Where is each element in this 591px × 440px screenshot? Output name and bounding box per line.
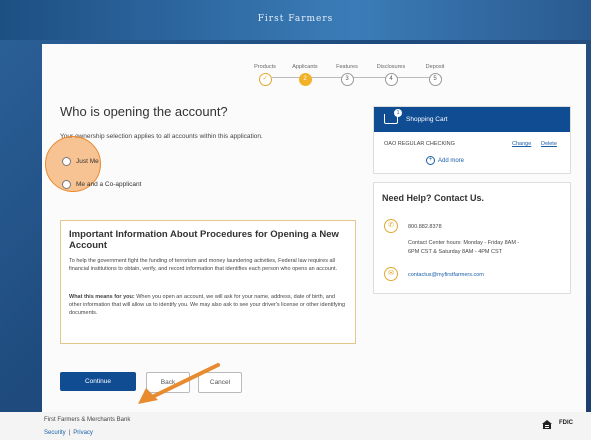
continue-button[interactable]: Continue: [60, 372, 136, 391]
page-title: Who is opening the account?: [60, 104, 228, 119]
cart-header: 1 Shopping Cart: [374, 107, 570, 132]
cart-count-badge: 1: [394, 109, 402, 117]
info-heading: Important Information About Procedures f…: [69, 229, 339, 251]
email-icon: ✉: [384, 267, 398, 281]
privacy-link[interactable]: Privacy: [73, 430, 93, 436]
annotation-arrow: [138, 363, 220, 404]
security-link[interactable]: Security: [44, 430, 66, 436]
application-card: Products ✓ Applicants 2 Features 3 Discl…: [42, 44, 586, 412]
step-disclosures: Disclosures 4: [368, 64, 414, 86]
info-paragraph-1: To help the government fight the funding…: [69, 258, 338, 272]
contact-hours-1: Contact Center hours: Monday - Friday 8A…: [408, 240, 520, 246]
footer-links: Security | Privacy: [44, 430, 93, 436]
header-bar: First Farmers: [0, 0, 591, 40]
radio-icon[interactable]: [62, 180, 71, 189]
cart-delete-link[interactable]: Delete: [541, 141, 557, 147]
plus-icon: +: [426, 156, 435, 165]
add-more-link[interactable]: + Add more: [426, 156, 464, 165]
info-paragraph-2: What this means for you: When you open a…: [69, 294, 346, 316]
option-co-applicant[interactable]: Me and a Co-applicant: [62, 180, 141, 189]
page-footer: First Farmers & Merchants Bank Security |…: [0, 412, 591, 440]
ownership-hint: Your ownership selection applies to all …: [60, 133, 263, 140]
step-deposit: Deposit 5: [412, 64, 458, 86]
radio-icon[interactable]: [62, 157, 71, 166]
shopping-cart-panel: 1 Shopping Cart OAO REGULAR CHECKING Cha…: [373, 106, 571, 174]
progress-steps: Products ✓ Applicants 2 Features 3 Discl…: [242, 64, 472, 94]
email-link[interactable]: contactus@myfirstfarmers.com: [408, 271, 484, 279]
contact-hours-2: 6PM CST & Saturday 8AM - 4PM CST: [408, 249, 503, 255]
step-applicants: Applicants 2: [282, 64, 328, 86]
step-features: Features 3: [324, 64, 370, 86]
help-title: Need Help? Contact Us.: [382, 193, 485, 203]
fdic-logo: FDIC: [559, 420, 573, 426]
cart-change-link[interactable]: Change: [512, 141, 531, 147]
important-info-box: Important Information About Procedures f…: [60, 220, 356, 344]
cart-title: Shopping Cart: [406, 116, 448, 123]
equal-housing-icon: [542, 420, 552, 429]
contact-panel: Need Help? Contact Us. ✆ 800.882.8378 Co…: [373, 182, 571, 294]
brand-logo: First Farmers: [257, 14, 334, 24]
cart-item-name: OAO REGULAR CHECKING: [384, 141, 455, 147]
phone-icon: ✆: [384, 219, 398, 233]
phone-number[interactable]: 800.882.8378: [408, 223, 442, 231]
check-icon: ✓: [258, 73, 272, 86]
option-just-me[interactable]: Just Me: [62, 157, 99, 166]
footer-bank-name: First Farmers & Merchants Bank: [44, 417, 131, 423]
